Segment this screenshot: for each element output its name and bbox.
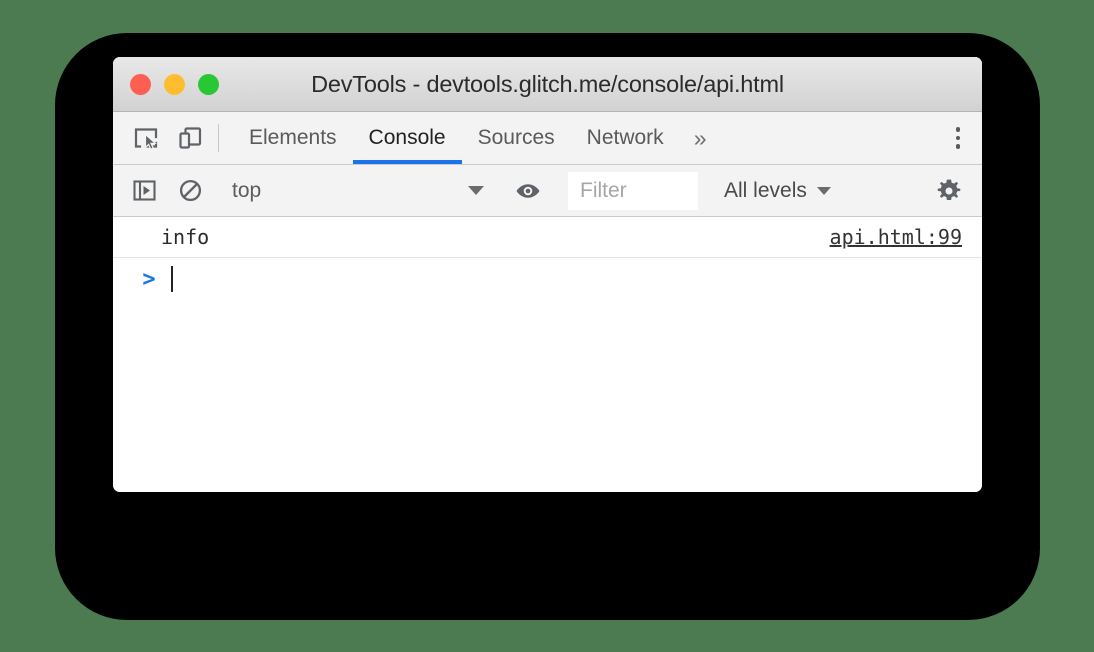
console-prompt-row[interactable]: > <box>113 258 982 300</box>
kebab-dot-icon <box>955 144 961 149</box>
devtools-tabbar: Elements Console Sources Network » <box>113 112 982 165</box>
tab-elements[interactable]: Elements <box>233 112 353 164</box>
console-toolbar: top Filter All levels <box>113 165 982 217</box>
console-context-selector[interactable]: top <box>218 165 498 217</box>
eye-icon <box>516 183 540 198</box>
console-message-row[interactable]: info api.html:99 <box>113 217 982 258</box>
live-expression-button[interactable] <box>499 177 557 205</box>
sidebar-toggle-icon <box>132 180 156 201</box>
tabbar-right-group <box>933 112 982 164</box>
console-filter-input[interactable]: Filter <box>568 171 698 210</box>
clear-console-icon <box>179 179 201 202</box>
console-message-source-link[interactable]: api.html:99 <box>830 225 962 249</box>
console-sidebar-toggle-button[interactable] <box>129 176 159 206</box>
close-window-button[interactable] <box>130 73 151 95</box>
window-title: DevTools - devtools.glitch.me/console/ap… <box>311 70 784 97</box>
devtools-menu-button[interactable] <box>934 127 982 149</box>
devtools-tabs: Elements Console Sources Network » <box>219 112 720 164</box>
chevron-down-icon <box>816 186 831 195</box>
inspect-element-icon <box>134 128 158 151</box>
tabbar-left-icons <box>113 112 218 164</box>
minimize-window-button[interactable] <box>164 73 185 95</box>
console-toolbar-left-icons <box>113 176 217 206</box>
device-toolbar-icon <box>179 127 202 149</box>
console-output-area[interactable]: info api.html:99 > <box>113 217 982 492</box>
kebab-dot-icon <box>955 135 961 141</box>
chevron-down-icon <box>468 186 484 195</box>
tab-network[interactable]: Network <box>571 112 680 164</box>
prompt-chevron-icon: > <box>142 266 156 292</box>
console-message-text: info <box>161 225 210 249</box>
more-tabs-button[interactable]: » <box>680 112 721 164</box>
clear-console-button[interactable] <box>175 176 205 206</box>
maximize-window-button[interactable] <box>198 73 219 95</box>
console-level-value: All levels <box>724 178 807 202</box>
traffic-lights <box>130 73 219 95</box>
tab-console[interactable]: Console <box>352 112 462 164</box>
console-filter-placeholder: Filter <box>580 178 627 202</box>
gear-icon <box>937 179 961 200</box>
kebab-dot-icon <box>955 127 961 132</box>
devtools-window: DevTools - devtools.glitch.me/console/ap… <box>113 57 982 492</box>
console-context-value: top <box>232 178 262 202</box>
window-titlebar: DevTools - devtools.glitch.me/console/ap… <box>113 57 982 112</box>
device-toolbar-button[interactable] <box>172 120 208 156</box>
inspect-element-button[interactable] <box>128 120 164 156</box>
console-level-selector[interactable]: All levels <box>710 165 845 217</box>
prompt-text-caret <box>171 266 173 292</box>
tab-sources[interactable]: Sources <box>462 112 571 164</box>
console-settings-button[interactable] <box>916 177 982 205</box>
